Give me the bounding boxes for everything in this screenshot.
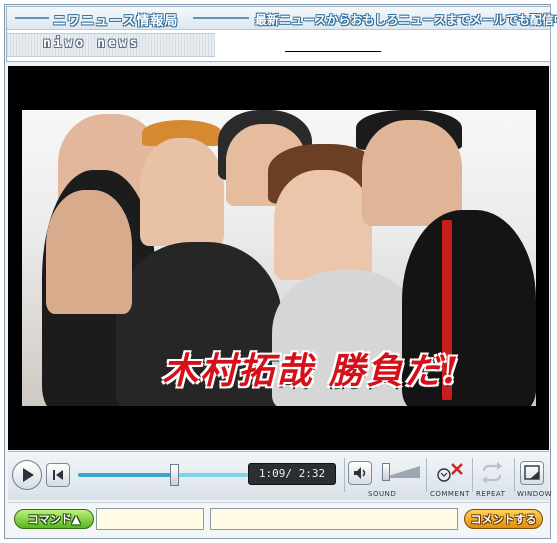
speaker-icon xyxy=(354,467,366,479)
skip-back-icon xyxy=(53,470,63,480)
header-rule xyxy=(15,17,49,19)
site-tagline: 最新ニュースからおもしろニュースまでメールでも配信中! xyxy=(255,13,557,27)
site-title: ニワニュース情報局 xyxy=(53,14,179,29)
comment-bar: コマンド▲ コメントする xyxy=(8,502,549,536)
comment-input[interactable] xyxy=(210,508,458,530)
header-underline xyxy=(285,51,381,52)
divider xyxy=(472,458,473,492)
skip-back-button[interactable] xyxy=(46,463,70,487)
command-input[interactable] xyxy=(96,508,204,530)
volume-slider[interactable] xyxy=(382,463,420,481)
repeat-icon xyxy=(482,462,502,484)
submit-comment-button[interactable]: コメントする xyxy=(464,509,543,529)
site-logo: niwo news xyxy=(43,36,141,51)
command-button[interactable]: コマンド▲ xyxy=(14,509,94,529)
divider xyxy=(514,458,515,492)
video-caption: 木村拓哉 勝負だ! xyxy=(162,350,461,392)
seek-handle[interactable] xyxy=(170,464,180,486)
window-icon xyxy=(524,465,540,480)
player-controls: 1:09/ 2:32 SOUND COMMENT REPEAT WINDOW xyxy=(8,451,553,500)
time-display: 1:09/ 2:32 xyxy=(248,463,336,485)
header-rule xyxy=(193,17,249,19)
play-icon xyxy=(23,468,34,482)
divider xyxy=(426,458,427,492)
person-figure xyxy=(140,138,224,246)
person-figure xyxy=(274,170,372,280)
repeat-label: REPEAT xyxy=(476,490,506,498)
person-figure xyxy=(46,190,132,314)
repeat-button[interactable] xyxy=(478,460,506,486)
play-button[interactable] xyxy=(12,460,42,490)
comment-off-icon xyxy=(437,463,463,482)
video-viewport[interactable]: 木村拓哉 勝負だ! xyxy=(8,66,549,450)
header-banner: ニワニュース情報局 最新ニュースからおもしろニュースまでメールでも配信中! ni… xyxy=(6,6,557,62)
sound-button[interactable] xyxy=(348,461,372,485)
video-frame: 木村拓哉 勝負だ! xyxy=(22,110,536,406)
divider xyxy=(344,458,345,492)
comment-label: COMMENT xyxy=(430,490,470,498)
sound-label: SOUND xyxy=(368,490,397,498)
window-button[interactable] xyxy=(520,461,544,485)
volume-handle[interactable] xyxy=(382,463,390,481)
header-top-strip: ニワニュース情報局 最新ニュースからおもしろニュースまでメールでも配信中! xyxy=(7,7,557,30)
seek-bar[interactable] xyxy=(78,464,248,486)
person-figure xyxy=(362,120,462,226)
window-label: WINDOW xyxy=(517,490,553,498)
comment-toggle-button[interactable] xyxy=(432,458,466,488)
header-logo-strip: niwo news xyxy=(7,33,215,57)
seek-progress xyxy=(78,473,175,477)
